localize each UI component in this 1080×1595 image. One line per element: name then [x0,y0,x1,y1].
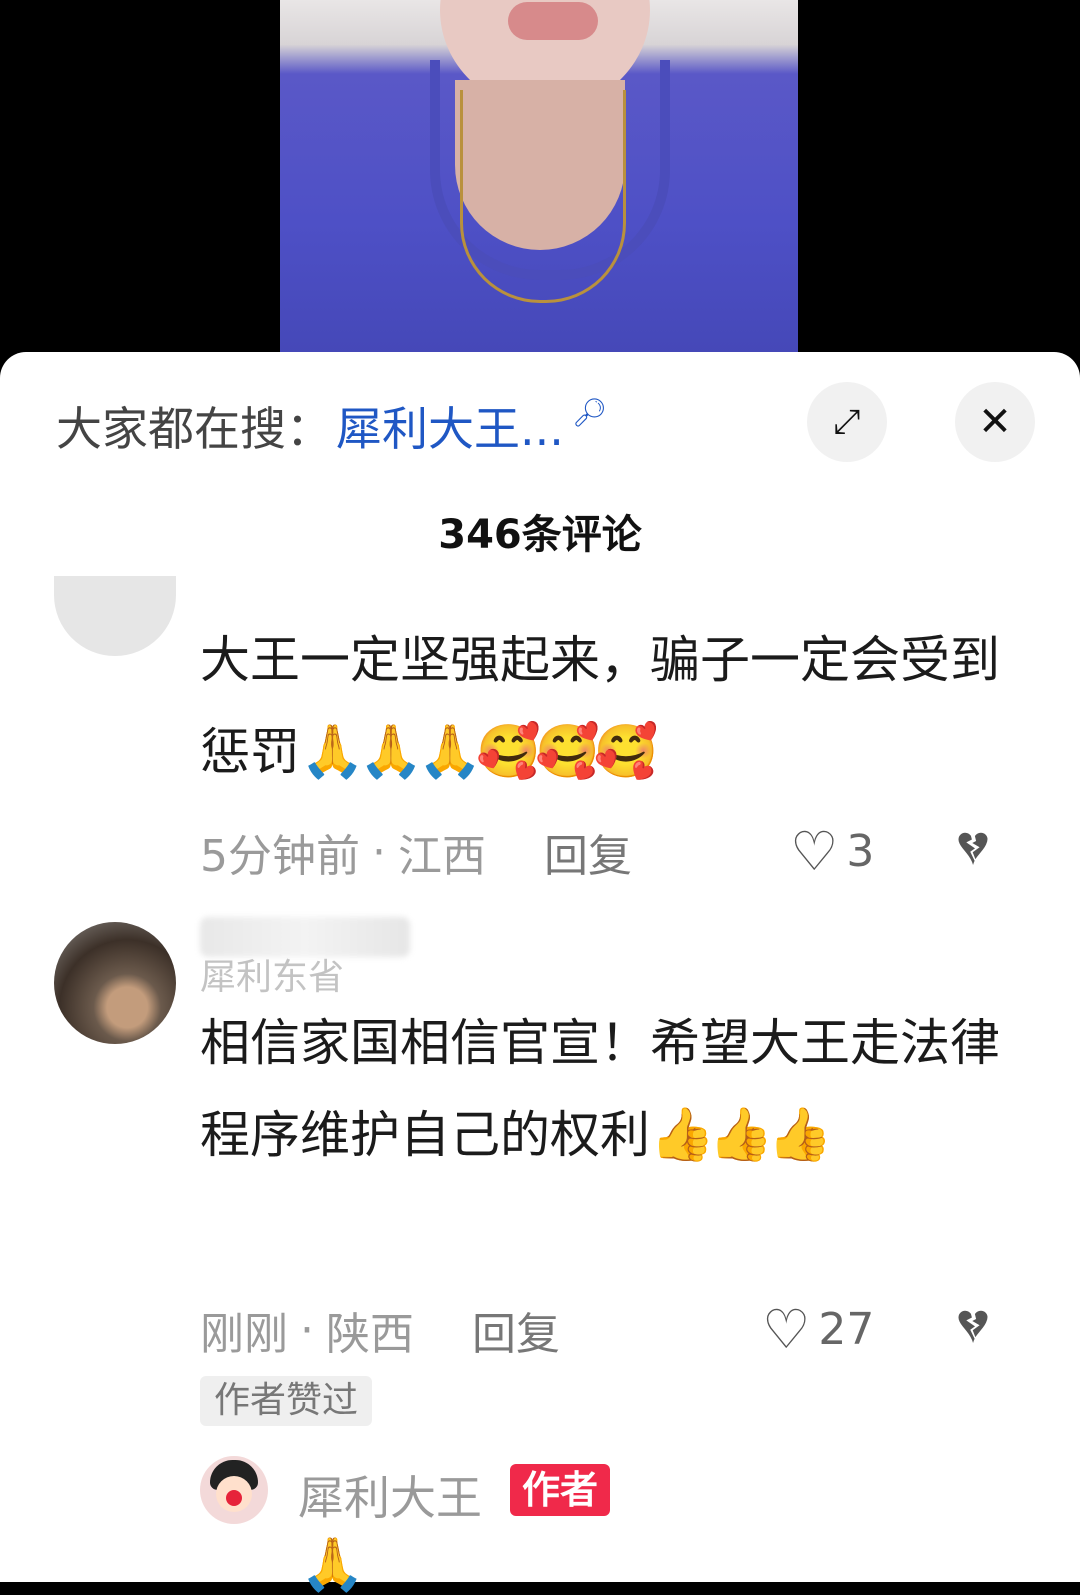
comment-body: 相信家国相信官宣！希望大王走法律程序维护自己的权利 [200,1014,1000,1164]
author-liked-badge: 作者赞过 [200,1376,373,1426]
comment-time: 5分钟前 [200,831,360,882]
reply-button[interactable]: 回复 [544,820,632,884]
avatar-red-nose [226,1490,242,1506]
reply-emoji: 🙏 [300,1535,365,1595]
comment-location: 江西 [398,831,486,882]
video-necklace [460,90,626,303]
comment-location: 陕西 [326,1309,414,1360]
search-keyword-link[interactable]: 犀利大王... [336,393,564,459]
avatar[interactable] [54,576,176,656]
comment-time: 刚刚 [200,1309,288,1360]
comment-text: 相信家国相信官宣！希望大王走法律程序维护自己的权利👍👍👍 [200,997,1020,1181]
meta-separator: · [372,826,386,878]
video-lips [508,2,598,40]
comment-text: 大王一定坚强起来，骗子一定会受到惩罚🙏🙏🙏🥰🥰🥰 [200,614,1020,798]
like-button[interactable]: ♡ 3 [790,820,874,883]
username-partial[interactable]: 犀利东省 [200,948,344,1000]
close-icon: ✕ [978,399,1012,445]
expand-icon: ⤢ [833,402,861,442]
heart-icon: ♡ [762,1298,811,1361]
search-prefix: 大家都在搜： [56,402,332,456]
comment-meta: 刚刚 · 陕西 回复 [200,1298,560,1362]
expand-button[interactable]: ⤢ [807,382,887,462]
heart-icon: ♡ [790,820,839,883]
like-count: 27 [818,1304,875,1355]
reply-button[interactable]: 回复 [472,1298,560,1362]
like-count: 3 [846,826,875,877]
broken-heart-icon[interactable]: 💔︎ [958,1296,988,1355]
avatar[interactable] [54,922,176,1044]
search-suggestion[interactable]: 大家都在搜： 犀利大王... 🔎︎ [56,390,607,462]
search-icon[interactable]: 🔎︎ [572,396,608,429]
meta-separator: · [300,1304,314,1356]
comment-emojis: 🙏🙏🙏🥰🥰🥰 [300,722,658,782]
broken-heart-icon[interactable]: 💔︎ [958,818,988,877]
author-name[interactable]: 犀利大王 [298,1462,482,1528]
author-badge: 作者 [510,1464,611,1516]
comment-count: 346条评论 [438,512,642,558]
video-frame[interactable] [280,0,798,370]
close-button[interactable]: ✕ [955,382,1035,462]
comment-sheet: 大家都在搜： 犀利大王... 🔎︎ ⤢ ✕ 346条评论 大王一定坚强起来，骗子… [0,352,1080,1595]
video-area[interactable] [0,0,1080,370]
author-avatar[interactable] [200,1456,268,1524]
like-button[interactable]: ♡ 27 [762,1298,874,1361]
comment-emojis: 👍👍👍 [650,1105,832,1165]
comment-meta: 5分钟前 · 江西 回复 [200,820,632,884]
